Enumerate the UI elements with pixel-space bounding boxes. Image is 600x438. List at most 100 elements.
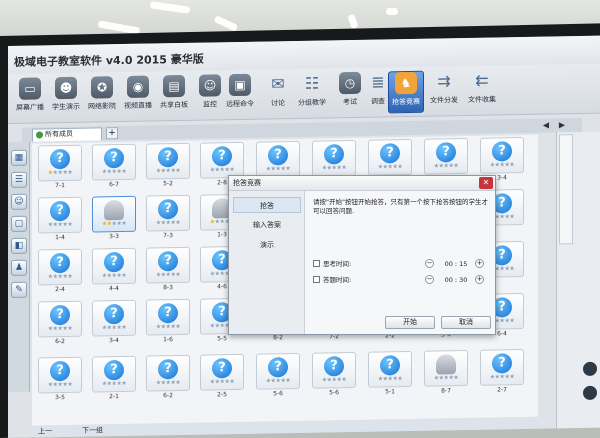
toolbar-label: 网络影院 (88, 102, 116, 111)
start-button[interactable]: 开始 (385, 316, 435, 329)
plus-icon[interactable]: + (475, 275, 484, 284)
rating-stars: ★★★★★ (101, 379, 127, 388)
layers-icon[interactable]: ◧ (11, 237, 27, 254)
student-tile[interactable]: ? ★★★★★ 5-2 (144, 142, 192, 194)
group-teaching-icon: ☷ (304, 73, 320, 93)
student-card: ?★★★★★ (368, 350, 412, 388)
student-tile[interactable]: ? ★★★★★ 5-6 (254, 352, 302, 404)
add-tab-button[interactable]: + (106, 127, 118, 140)
student-card: ?★★★★★ (368, 138, 412, 176)
right-panel-tab[interactable] (559, 134, 573, 245)
toolbar-group-teaching[interactable]: ☷ 分组教学 (294, 72, 330, 115)
next-group-button[interactable]: 下一组 (82, 424, 103, 436)
toolbar-file-collect[interactable]: ⇇ 文件收集 (464, 69, 500, 112)
student-tile[interactable]: ? ★★★★★ 2-1 (90, 355, 138, 407)
student-tile[interactable]: ? ★★★★★ 3-4 (90, 299, 138, 351)
student-tile[interactable]: ? ★★★★★ 2-4 (36, 248, 84, 300)
student-tile[interactable]: ? ★★★★★ 5-6 (310, 351, 358, 403)
remote-command-icon: ▣ (229, 73, 251, 97)
student-card: ?★★★★★ (480, 348, 524, 386)
toolbar-network-cinema[interactable]: ✪ 网络影院 (84, 76, 120, 119)
student-tile[interactable]: ? ★★★★★ 1-4 (36, 196, 84, 248)
student-card: ★★★★★ (424, 349, 468, 387)
student-tile[interactable]: ? ★★★★★ 7-3 (144, 194, 192, 246)
seat-label: 4-4 (109, 285, 119, 293)
users-icon[interactable]: ☺ (11, 193, 27, 210)
prev-page-button[interactable]: 上一 (38, 425, 52, 437)
think-time-checkbox[interactable] (313, 260, 320, 267)
toolbar-shared-whiteboard[interactable]: ▤ 共享白板 (156, 74, 192, 118)
student-tile[interactable]: ? ★★★★★ 8-3 (144, 246, 192, 298)
answer-time-stepper[interactable]: − 00 : 30 + (425, 274, 487, 286)
student-avatar-icon (436, 354, 456, 375)
student-tile[interactable]: ? ★★★★★ 4-4 (90, 247, 138, 299)
toolbar-file-send[interactable]: ⇉ 文件分发 (426, 70, 462, 113)
person-icon[interactable]: ♟ (11, 259, 27, 276)
quiz-competition-icon: ♞ (395, 71, 417, 95)
question-mark-icon: ? (104, 147, 124, 169)
answer-time-checkbox[interactable] (313, 276, 320, 283)
rating-stars: ★★★★★ (377, 375, 403, 383)
rating-stars: ★★★★★ (47, 220, 73, 229)
student-tile[interactable]: ? ★★★★★ 3-5 (36, 356, 84, 408)
ceiling-light (213, 15, 239, 32)
student-card: ?★★★★★ (92, 247, 136, 285)
volume-knob-icon[interactable] (583, 361, 597, 376)
nav-item-demo[interactable]: 演示 (233, 237, 301, 253)
toolbar-video-live[interactable]: ◉ 视频直播 (120, 75, 156, 118)
scroll-left-icon[interactable]: ◀ (540, 119, 552, 133)
question-mark-icon: ? (212, 358, 232, 379)
tab-all-members[interactable]: 所有成员 (32, 127, 102, 142)
question-mark-icon: ? (492, 141, 512, 162)
cancel-button[interactable]: 取消 (441, 316, 491, 329)
think-time-stepper[interactable]: − 00 : 15 + (425, 258, 487, 270)
rating-stars: ★★★★★ (155, 322, 181, 331)
monitor-watch-icon: ☺ (199, 74, 221, 97)
scroll-right-icon[interactable]: ▶ (556, 118, 568, 132)
seat-label: 1-4 (55, 234, 65, 242)
nav-item-quick-answer[interactable]: 抢答 (233, 197, 301, 213)
toolbar-screen-broadcast[interactable]: ▭ 屏幕广播 (12, 77, 48, 120)
student-tile[interactable]: ? ★★★★★ 6-2 (144, 354, 192, 406)
rating-stars: ★★★★★ (101, 323, 127, 332)
toolbar-discussion[interactable]: ✉ 讨论 (260, 73, 296, 116)
student-tile[interactable]: ? ★★★★★ 1-6 (144, 298, 192, 350)
toolbar-student-demo[interactable]: ☻ 学生演示 (48, 76, 84, 120)
student-card: ★★★★★ (92, 195, 136, 233)
nav-item-input-answer[interactable]: 输入答案 (233, 217, 301, 233)
seat-label: 5-2 (163, 180, 173, 188)
student-tile[interactable]: ? ★★★★★ 6-2 (36, 300, 84, 352)
student-tile[interactable]: ? ★★★★★ 6-7 (90, 143, 138, 195)
minus-icon[interactable]: − (425, 275, 434, 284)
question-mark-icon: ? (380, 143, 400, 164)
list-view-icon[interactable]: ☰ (11, 171, 27, 188)
student-tile[interactable]: ? ★★★★★ 2-5 (198, 353, 246, 405)
minus-icon[interactable]: − (425, 259, 434, 268)
seat-label: 2-1 (109, 393, 119, 401)
toolbar-label: 学生演示 (52, 102, 80, 112)
seat-label: 5-6 (273, 390, 283, 398)
document-icon[interactable]: ▢ (11, 215, 27, 232)
icon-view-icon[interactable]: ▦ (11, 149, 27, 166)
toolbar-remote-command[interactable]: ▣ 远程命令 (222, 73, 258, 117)
rating-stars: ★★★★★ (47, 272, 73, 281)
ceiling-light (347, 13, 359, 30)
rating-stars: ★★★★★ (155, 166, 181, 175)
pen-icon[interactable]: ✎ (11, 281, 27, 298)
microphone-icon[interactable] (583, 385, 597, 400)
student-tile[interactable]: ? ★★★★★ 2-7 (478, 348, 526, 400)
whiteboard-icon: ▤ (163, 74, 185, 98)
close-icon[interactable]: ✕ (479, 177, 493, 189)
student-tile[interactable]: ★★★★★ 8-7 (422, 349, 470, 401)
plus-icon[interactable]: + (475, 259, 484, 268)
question-mark-icon: ? (324, 144, 344, 165)
student-tile[interactable]: ★★★★★ 3-3 (90, 195, 138, 247)
file-collect-icon: ⇇ (475, 70, 489, 90)
toolbar-quiz-competition[interactable]: ♞ 抢答竞赛 (388, 70, 424, 114)
survey-icon: ≣ (371, 72, 385, 92)
student-card: ?★★★★★ (38, 300, 82, 338)
toolbar-label: 调查 (371, 97, 385, 106)
student-tile[interactable]: ? ★★★★★ 5-1 (366, 350, 414, 402)
quiz-competition-dialog: 抢答竞赛 ✕ 抢答 输入答案 演示 请按"开始"按钮开始抢答，只有第一个按下抢答… (228, 175, 496, 335)
student-tile[interactable]: ? ★★★★★ 7-1 (36, 144, 84, 196)
